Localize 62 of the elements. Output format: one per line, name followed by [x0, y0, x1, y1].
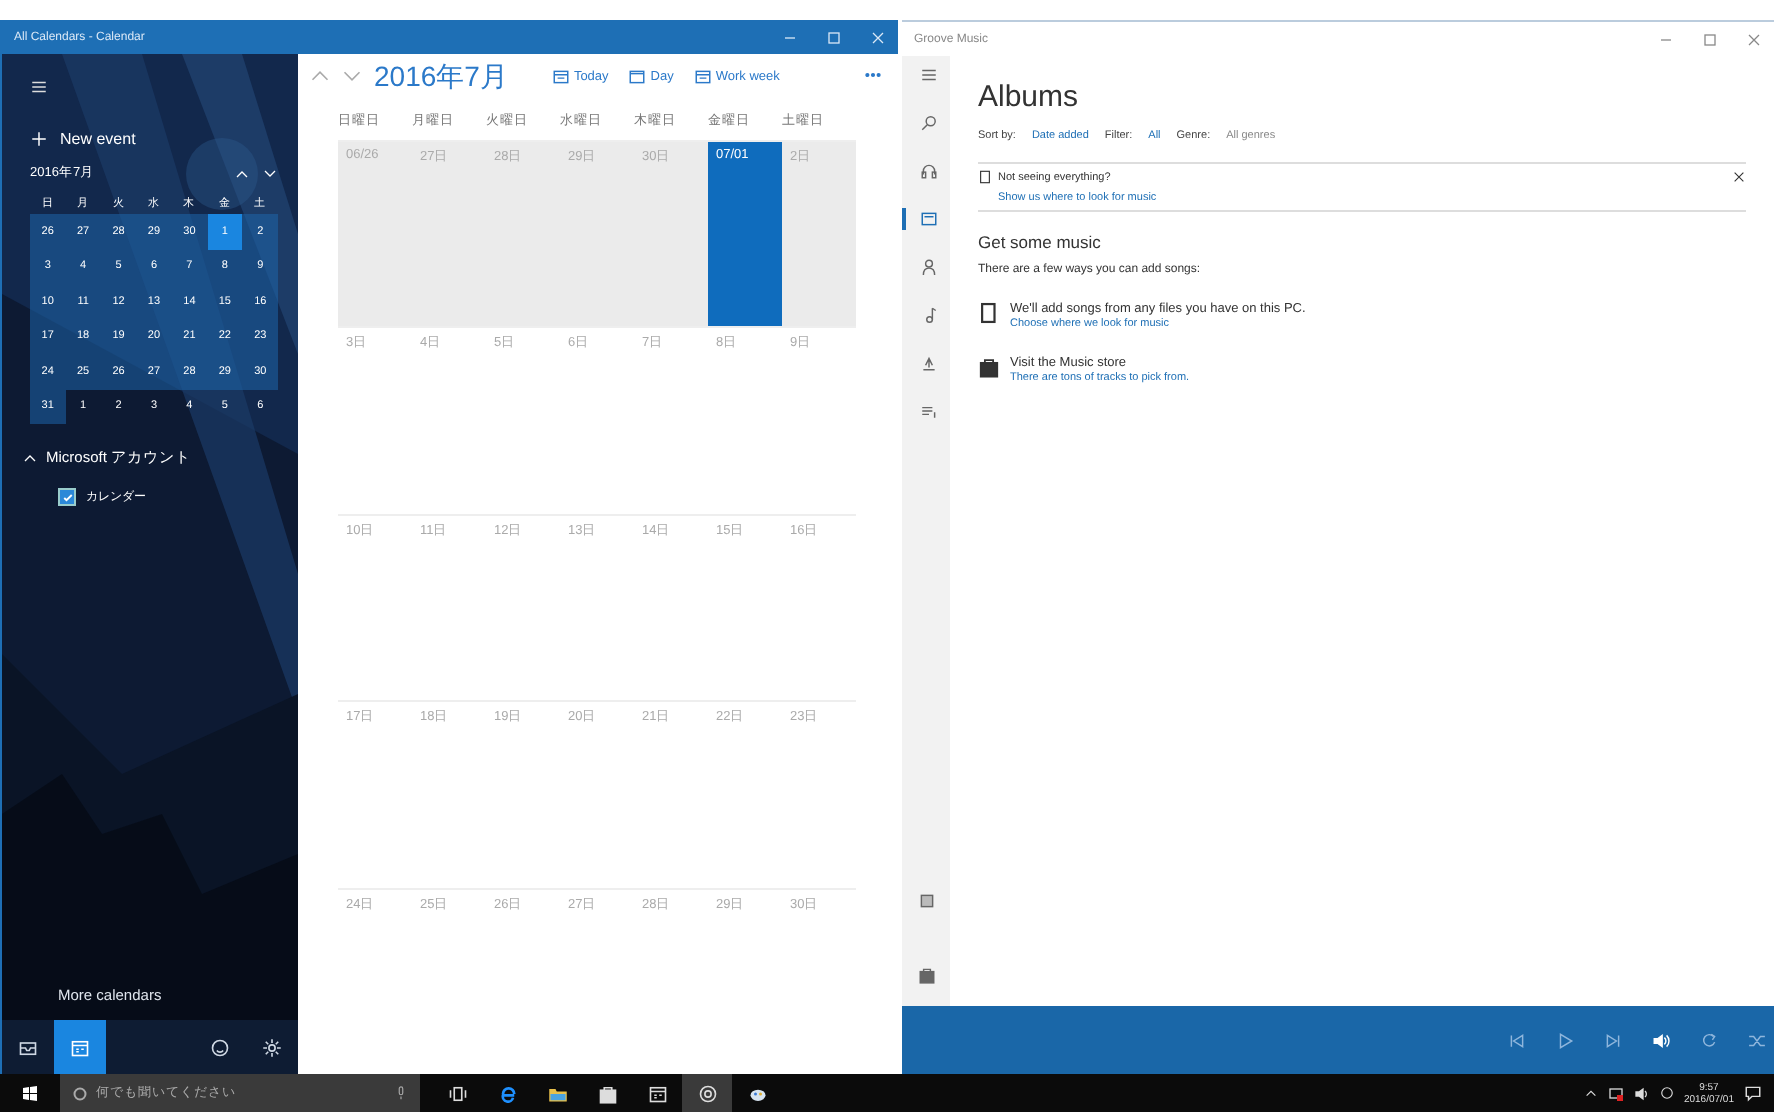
calendar-icon — [693, 68, 712, 86]
person-icon — [919, 258, 937, 276]
shuffle-icon — [1748, 1031, 1766, 1049]
mail-icon — [18, 1037, 38, 1057]
windows-icon — [22, 1085, 38, 1101]
speaker-icon — [1652, 1031, 1670, 1049]
play-button[interactable] — [1556, 1031, 1574, 1049]
volume-button[interactable] — [1652, 1031, 1670, 1049]
section-title: Get some music — [978, 232, 1103, 252]
speaker-icon — [1633, 1085, 1650, 1101]
next-icon — [1604, 1031, 1622, 1049]
next-button[interactable] — [1604, 1031, 1622, 1049]
folder-icon — [547, 1083, 567, 1103]
globe-icon — [1659, 1086, 1674, 1100]
bag-icon — [917, 966, 935, 984]
month-title: 2016年7月 — [374, 59, 508, 95]
search-icon — [919, 114, 937, 132]
microphone-icon — [394, 1086, 408, 1100]
next-month-icon — [262, 165, 278, 181]
page-heading: Albums — [978, 80, 1081, 114]
album-icon — [919, 210, 937, 228]
check-icon — [61, 491, 73, 503]
bag-icon — [978, 356, 1000, 378]
collapse-icon — [22, 450, 38, 466]
list-icon — [919, 402, 937, 420]
menu-icon — [919, 66, 937, 84]
maximize-icon — [826, 29, 842, 45]
maximize-icon — [1702, 31, 1718, 47]
headphones-icon — [919, 162, 937, 180]
device-icon — [978, 170, 992, 184]
cortana-icon — [72, 1085, 88, 1101]
calendar-tab[interactable] — [54, 1020, 106, 1074]
antenna-icon — [919, 354, 937, 372]
chevron-up-icon — [1583, 1086, 1598, 1100]
close-icon — [1746, 31, 1762, 47]
new-event-button[interactable]: New event — [30, 130, 298, 148]
menu-icon — [30, 78, 48, 96]
network-icon — [1607, 1085, 1624, 1101]
repeat-button[interactable] — [1700, 1031, 1718, 1049]
disc-icon — [697, 1083, 717, 1103]
close-icon — [1732, 170, 1746, 184]
notification-icon — [1744, 1084, 1762, 1102]
previous-icon — [1508, 1031, 1526, 1049]
close-icon — [870, 29, 886, 45]
taskbar-app[interactable] — [682, 1074, 732, 1112]
calendar-icon — [647, 1083, 667, 1103]
bag-icon — [597, 1083, 617, 1103]
calendar-icon — [70, 1037, 90, 1057]
browser-icon — [497, 1083, 517, 1103]
play-icon — [1556, 1031, 1574, 1049]
plus-icon — [30, 130, 48, 148]
calendar-icon — [551, 68, 570, 86]
smiley-icon — [210, 1037, 230, 1057]
previous-button[interactable] — [1508, 1031, 1526, 1049]
task-view-icon — [447, 1083, 467, 1103]
calendar-icon — [628, 68, 647, 86]
checkbox[interactable] — [58, 488, 76, 506]
square-icon — [917, 892, 935, 910]
settings-icon — [262, 1037, 282, 1057]
shuffle-button[interactable] — [1748, 1031, 1766, 1049]
repeat-icon — [1700, 1031, 1718, 1049]
device-icon — [978, 302, 1000, 324]
